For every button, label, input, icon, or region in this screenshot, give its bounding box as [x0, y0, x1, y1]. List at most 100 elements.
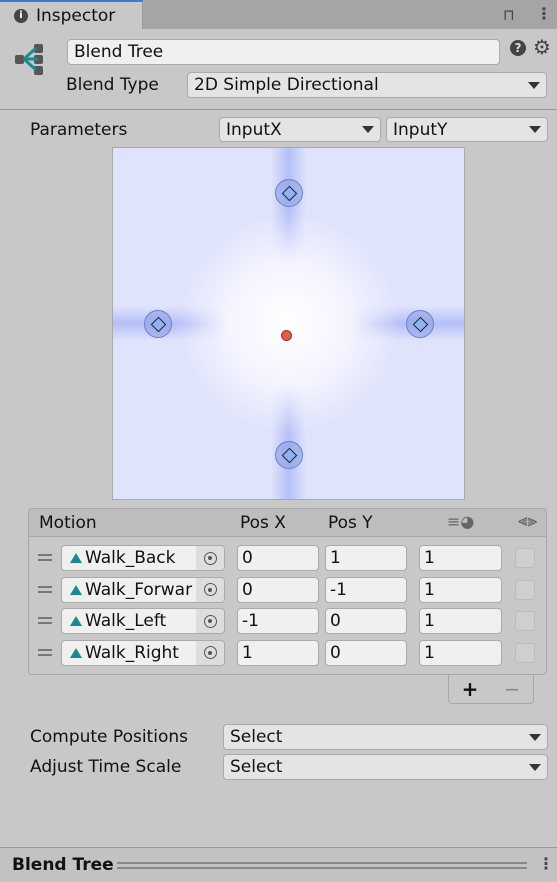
- target-icon: [203, 583, 217, 596]
- pos-x-value: 1: [242, 642, 253, 663]
- time-scale-value: 1: [424, 642, 435, 663]
- pos-y-value: 0: [330, 611, 341, 631]
- time-scale-field[interactable]: 1: [419, 576, 502, 603]
- pos-x-header: Pos X: [240, 513, 286, 533]
- pos-y-field[interactable]: 0: [325, 608, 407, 634]
- time-scale-field[interactable]: 1: [419, 639, 502, 666]
- time-scale-field[interactable]: 1: [419, 545, 502, 571]
- pos-y-value: -1: [330, 579, 347, 600]
- parameter-y-dropdown[interactable]: InputY: [386, 117, 548, 142]
- parameter-y-value: InputY: [393, 119, 448, 140]
- pos-x-value: -1: [242, 611, 259, 631]
- object-picker-button[interactable]: [196, 640, 224, 665]
- target-icon: [203, 646, 217, 659]
- object-picker-button[interactable]: [196, 609, 224, 633]
- time-scale-field[interactable]: 1: [419, 608, 502, 634]
- adjust-time-scale-value: Select: [230, 757, 283, 777]
- motion-point-back[interactable]: [275, 179, 303, 207]
- object-picker-button[interactable]: [196, 577, 224, 602]
- table-row: Walk_Back 0 1 1: [29, 545, 548, 571]
- parameter-point[interactable]: [281, 330, 292, 341]
- object-picker-button[interactable]: [196, 546, 224, 570]
- motion-name: Walk_Right: [85, 642, 179, 663]
- motion-field[interactable]: Walk_Right: [61, 639, 225, 666]
- pos-x-field[interactable]: 1: [237, 639, 319, 666]
- drag-handle-icon[interactable]: [38, 585, 52, 593]
- animation-clip-icon: [70, 553, 82, 563]
- blend-tree-icon: [15, 44, 43, 75]
- lock-icon[interactable]: ⊓: [503, 6, 515, 24]
- drag-handle-icon[interactable]: [38, 554, 52, 561]
- mirror-checkbox[interactable]: [515, 579, 535, 600]
- compute-positions-dropdown[interactable]: Select: [223, 724, 548, 750]
- table-row: Walk_Right 1 0 1: [29, 639, 548, 666]
- tab-inspector[interactable]: i Inspector: [0, 0, 143, 29]
- motion-field[interactable]: Walk_Forwar: [61, 576, 225, 603]
- motion-name: Walk_Back: [85, 548, 176, 568]
- info-icon: i: [14, 8, 28, 23]
- chevron-down-icon: [529, 126, 541, 133]
- compute-positions-label: Compute Positions: [30, 727, 188, 747]
- table-row: Walk_Forwar 0 -1 1: [29, 576, 548, 603]
- parameter-x-dropdown[interactable]: InputX: [219, 117, 381, 142]
- motion-point-right[interactable]: [406, 310, 434, 338]
- target-icon: [203, 614, 217, 628]
- table-row: Walk_Left -1 0 1: [29, 608, 548, 634]
- blend-type-label: Blend Type: [66, 75, 159, 95]
- time-scale-value: 1: [424, 548, 435, 568]
- tab-title: Inspector: [36, 5, 116, 26]
- preview-title: Blend Tree: [12, 855, 114, 875]
- pos-y-value: 0: [330, 642, 341, 663]
- pos-x-field[interactable]: 0: [237, 545, 319, 571]
- blend-type-value: 2D Simple Directional: [194, 75, 379, 95]
- motion-point-left[interactable]: [144, 310, 172, 338]
- pos-y-field[interactable]: 0: [325, 639, 407, 666]
- mirror-icon: ⫷⫸: [518, 511, 538, 531]
- add-remove-controls: + −: [448, 675, 534, 704]
- drag-handle-icon[interactable]: [38, 648, 52, 656]
- animation-clip-icon: [70, 647, 82, 658]
- motion-table-header: Motion Pos X Pos Y ≡◕ ⫷⫸: [28, 508, 547, 537]
- preview-bar: Blend Tree ⋮: [0, 847, 557, 882]
- pos-x-field[interactable]: 0: [237, 576, 319, 603]
- more-menu-icon[interactable]: ⋮: [536, 4, 552, 23]
- time-scale-value: 1: [424, 611, 435, 631]
- mirror-checkbox[interactable]: [515, 611, 535, 631]
- add-button[interactable]: +: [462, 677, 479, 701]
- mirror-checkbox[interactable]: [515, 548, 535, 568]
- chevron-down-icon: [528, 81, 540, 89]
- pos-y-field[interactable]: -1: [325, 576, 407, 603]
- pos-x-field[interactable]: -1: [237, 608, 319, 634]
- blend-type-dropdown[interactable]: 2D Simple Directional: [187, 72, 547, 98]
- adjust-time-scale-dropdown[interactable]: Select: [223, 754, 548, 780]
- time-scale-value: 1: [424, 579, 435, 600]
- more-menu-icon[interactable]: ⋮: [538, 854, 554, 873]
- blend-graph[interactable]: [112, 147, 465, 500]
- chevron-down-icon: [362, 126, 374, 133]
- motion-name: Walk_Left: [85, 611, 167, 631]
- animation-clip-icon: [70, 584, 82, 595]
- pos-y-field[interactable]: 1: [325, 545, 407, 571]
- drag-handle-icon[interactable]: [38, 617, 52, 624]
- chevron-down-icon: [529, 733, 541, 741]
- help-icon[interactable]: ?: [510, 40, 526, 56]
- name-value: Blend Tree: [74, 42, 164, 62]
- pos-x-value: 0: [242, 579, 253, 600]
- mirror-checkbox[interactable]: [515, 642, 535, 663]
- compute-positions-value: Select: [230, 727, 283, 747]
- target-icon: [203, 551, 217, 565]
- pos-y-header: Pos Y: [328, 513, 373, 533]
- chevron-down-icon: [529, 763, 541, 771]
- remove-button[interactable]: −: [504, 677, 521, 701]
- adjust-time-scale-label: Adjust Time Scale: [30, 757, 182, 777]
- gear-icon[interactable]: ⚙: [533, 35, 551, 59]
- time-scale-icon: ≡◕: [447, 512, 475, 531]
- parameter-x-value: InputX: [226, 119, 282, 140]
- motion-field[interactable]: Walk_Left: [61, 608, 225, 634]
- resize-handle[interactable]: [117, 862, 527, 869]
- motion-field[interactable]: Walk_Back: [61, 545, 225, 571]
- motion-name: Walk_Forwar: [85, 579, 193, 600]
- motion-table: Walk_Back 0 1 1 Walk_Forwar 0 -1 1 Walk_…: [28, 537, 547, 675]
- motion-point-forward[interactable]: [275, 441, 303, 469]
- name-field[interactable]: Blend Tree: [67, 39, 500, 65]
